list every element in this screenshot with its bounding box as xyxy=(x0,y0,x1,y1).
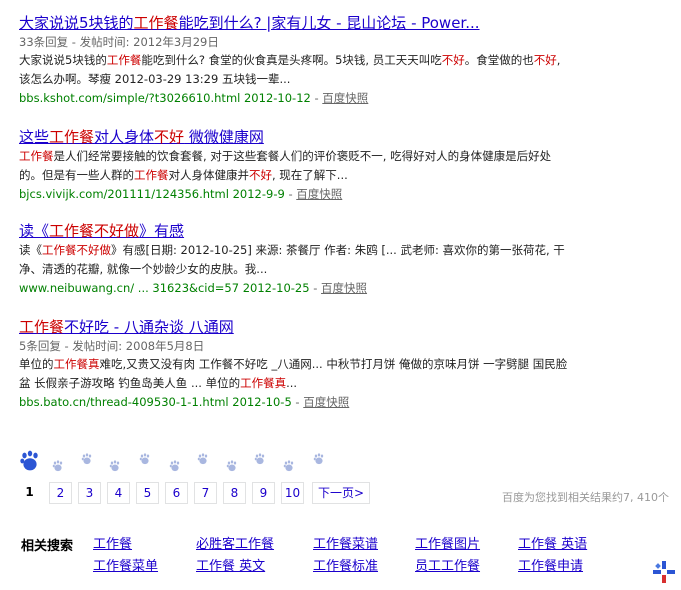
page-link[interactable]: 10 xyxy=(281,482,304,504)
abstract-highlight: 工作餐 xyxy=(134,168,169,182)
result-title-text: 微微健康网 xyxy=(184,128,264,146)
result-url-line: bbs.kshot.com/simple/?t3026610.html 2012… xyxy=(19,89,669,108)
result-count: 百度为您找到相关结果约7, 410个 xyxy=(502,491,669,504)
baidu-paw-icon xyxy=(226,460,238,475)
baidu-paw-icon xyxy=(169,460,181,475)
baidu-paw-icon xyxy=(81,453,93,468)
abstract-highlight: 工作餐真 xyxy=(53,357,100,371)
result-url: bjcs.vivijk.com/201111/124356.html 2012-… xyxy=(19,187,285,201)
baidu-paw-icon xyxy=(197,453,209,468)
page-link[interactable]: 8 xyxy=(223,482,246,504)
result-meta: 5条回复 - 发帖时间: 2008年5月8日 xyxy=(19,339,205,353)
page-link[interactable]: 6 xyxy=(165,482,188,504)
page-link[interactable]: 9 xyxy=(252,482,275,504)
page-link[interactable]: 5 xyxy=(136,482,159,504)
baidu-paw-icon xyxy=(139,453,151,468)
related-search-link[interactable]: 工作餐菜单 xyxy=(93,555,158,574)
related-search-link[interactable]: 员工工作餐 xyxy=(415,555,480,574)
related-searches-label: 相关搜索 xyxy=(21,539,74,554)
search-result: 这些工作餐对人身体不好 微微健康网 工作餐是人们经常要接触的饮食套餐, 对于这些套… xyxy=(19,127,669,204)
abstract-text: 单位的 xyxy=(19,357,54,371)
abstract-text: 。食堂做的也 xyxy=(464,53,534,67)
abstract-text: 大家说说5块钱的 xyxy=(19,53,107,67)
cache-snapshot-link[interactable]: 百度快照 xyxy=(321,281,367,295)
related-search-link[interactable]: 工作餐标准 xyxy=(313,555,378,574)
result-title-highlight: 不好 xyxy=(154,128,185,146)
cache-snapshot-link[interactable]: 百度快照 xyxy=(296,187,342,201)
abstract-text: ... xyxy=(286,376,298,390)
related-search-link[interactable]: 工作餐 英文 xyxy=(196,555,265,574)
url-separator: - xyxy=(309,281,322,295)
abstract-highlight: 不好 xyxy=(533,53,557,67)
abstract-highlight: 不好 xyxy=(249,168,272,182)
url-separator: - xyxy=(284,187,297,201)
page-link[interactable]: 2 xyxy=(49,482,72,504)
abstract-highlight: 工作餐 xyxy=(19,149,54,163)
page-link: 1 xyxy=(25,485,34,499)
baidu-paw-icon xyxy=(283,460,295,475)
baidu-paw-icon xyxy=(313,453,325,468)
page-link[interactable]: 3 xyxy=(78,482,101,504)
result-meta: 33条回复 - 发帖时间: 2012年3月29日 xyxy=(19,35,219,49)
baidu-paw-icon xyxy=(52,460,64,475)
result-url-line: bjcs.vivijk.com/201111/124356.html 2012-… xyxy=(19,185,669,204)
page-link[interactable]: 7 xyxy=(194,482,217,504)
abstract-highlight: 不好 xyxy=(441,53,465,67)
result-title-text: 读《 xyxy=(19,222,50,240)
baidu-corner-logo-icon xyxy=(653,561,675,583)
abstract-text: 对人身体健康并 xyxy=(168,168,250,182)
result-title-highlight: 工作餐不好做 xyxy=(49,222,140,240)
result-abstract: 大家说说5块钱的工作餐能吃到什么? 食堂的伙食真是头疼啊。5块钱, 员工天天叫吃… xyxy=(19,51,574,89)
result-title-text: 大家说说5块钱的 xyxy=(19,14,134,32)
baidu-paw-icon xyxy=(254,453,266,468)
search-result: 工作餐不好吃 - 八通杂谈 八通网 5条回复 - 发帖时间: 2008年5月8日单… xyxy=(19,317,669,412)
result-title-text: 不好吃 - 八通杂谈 八通网 xyxy=(64,318,234,336)
result-title-link[interactable]: 这些工作餐对人身体不好 微微健康网 xyxy=(19,127,669,147)
result-abstract: 读《工作餐不好做》有感[日期: 2012-10-25] 来源: 茶餐厅 作者: … xyxy=(19,241,574,279)
next-page-button[interactable]: 下一页> xyxy=(312,482,370,504)
related-search-link[interactable]: 工作餐申请 xyxy=(518,555,583,574)
result-title-text: 这些 xyxy=(19,128,50,146)
result-title-link[interactable]: 大家说说5块钱的工作餐能吃到什么? |家有儿女 - 昆山论坛 - Power..… xyxy=(19,13,669,33)
result-title-text: 》有感 xyxy=(139,222,185,240)
abstract-highlight: 工作餐 xyxy=(106,53,142,67)
result-url: bbs.kshot.com/simple/?t3026610.html 2012… xyxy=(19,91,311,105)
result-url: www.neibuwang.cn/ ... 31623&cid=57 2012-… xyxy=(19,281,310,295)
result-url-line: bbs.bato.cn/thread-409530-1-1.html 2012-… xyxy=(19,393,669,412)
url-separator: - xyxy=(291,395,304,409)
abstract-text: 读《 xyxy=(19,243,42,257)
result-abstract: 单位的工作餐真难吃,又贵又没有肉 工作餐不好吃 _八通网... 中秋节打月饼 俺… xyxy=(19,355,574,393)
result-title-highlight: 工作餐 xyxy=(49,128,95,146)
result-title-highlight: 工作餐 xyxy=(19,318,65,336)
related-search-link[interactable]: 工作餐 xyxy=(93,533,132,552)
result-url-line: www.neibuwang.cn/ ... 31623&cid=57 2012-… xyxy=(19,279,669,298)
abstract-text: 能吃到什么? 食堂的伙食真是头疼啊。5块钱, 员工天天叫吃 xyxy=(141,53,442,67)
result-abstract: 工作餐是人们经常要接触的饮食套餐, 对于这些套餐人们的评价褒贬不一, 吃得好对人… xyxy=(19,147,574,185)
page-link[interactable]: 4 xyxy=(107,482,130,504)
result-url: bbs.bato.cn/thread-409530-1-1.html 2012-… xyxy=(19,395,292,409)
result-title-text: 对人身体 xyxy=(94,128,155,146)
abstract-highlight: 工作餐不好做 xyxy=(42,243,111,257)
search-result: 大家说说5块钱的工作餐能吃到什么? |家有儿女 - 昆山论坛 - Power..… xyxy=(19,13,669,108)
baidu-paw-icon xyxy=(19,450,41,475)
result-title-text: 能吃到什么? |家有儿女 - 昆山论坛 - Power... xyxy=(178,14,480,32)
result-title-highlight: 工作餐 xyxy=(133,14,179,32)
cache-snapshot-link[interactable]: 百度快照 xyxy=(322,91,368,105)
related-search-link[interactable]: 工作餐图片 xyxy=(415,533,480,552)
result-title-link[interactable]: 工作餐不好吃 - 八通杂谈 八通网 xyxy=(19,317,669,337)
abstract-highlight: 工作餐真 xyxy=(240,376,287,390)
url-separator: - xyxy=(310,91,323,105)
related-search-link[interactable]: 必胜客工作餐 xyxy=(196,533,274,552)
related-search-link[interactable]: 工作餐 英语 xyxy=(518,533,587,552)
cache-snapshot-link[interactable]: 百度快照 xyxy=(303,395,349,409)
search-result: 读《工作餐不好做》有感 读《工作餐不好做》有感[日期: 2012-10-25] 来… xyxy=(19,221,669,298)
related-search-link[interactable]: 工作餐菜谱 xyxy=(313,533,378,552)
baidu-paw-icon xyxy=(109,460,121,475)
abstract-text: , 现在了解下... xyxy=(272,168,348,182)
result-title-link[interactable]: 读《工作餐不好做》有感 xyxy=(19,221,669,241)
